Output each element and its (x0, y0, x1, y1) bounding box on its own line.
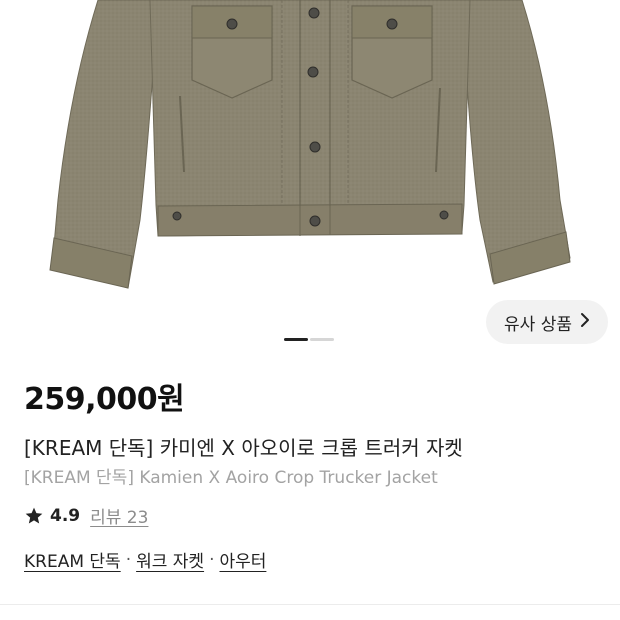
tag-separator: · (209, 549, 215, 570)
carousel-indicator-track (310, 338, 334, 341)
product-rating: 4.9 리뷰 23 (24, 503, 148, 528)
chevron-right-icon (580, 312, 590, 332)
tag-outer[interactable]: 아우터 (219, 547, 266, 572)
category-tags: KREAM 단독 · 워크 자켓 · 아우터 (24, 547, 266, 573)
rating-score: 4.9 (50, 505, 81, 526)
product-title-korean: [KREAM 단독] 카미엔 X 아오이로 크롭 트러커 자켓 (24, 436, 463, 460)
product-image-carousel[interactable] (0, 0, 620, 300)
review-count-link[interactable]: 리뷰 23 (90, 503, 148, 528)
product-title-english: [KREAM 단독] Kamien X Aoiro Crop Trucker J… (24, 468, 438, 488)
carousel-indicator-active (284, 338, 308, 341)
tag-separator: · (125, 549, 132, 570)
similar-products-label: 유사 상품 (504, 314, 572, 335)
tag-work-jacket[interactable]: 워크 자켓 (136, 547, 204, 572)
tag-kream-exclusive[interactable]: KREAM 단독 (24, 547, 121, 572)
star-icon (25, 507, 43, 523)
product-price: 259,000원 (24, 382, 185, 417)
section-divider (0, 604, 620, 605)
similar-products-button[interactable]: 유사 상품 (486, 300, 608, 344)
jacket-image (49, 0, 571, 289)
